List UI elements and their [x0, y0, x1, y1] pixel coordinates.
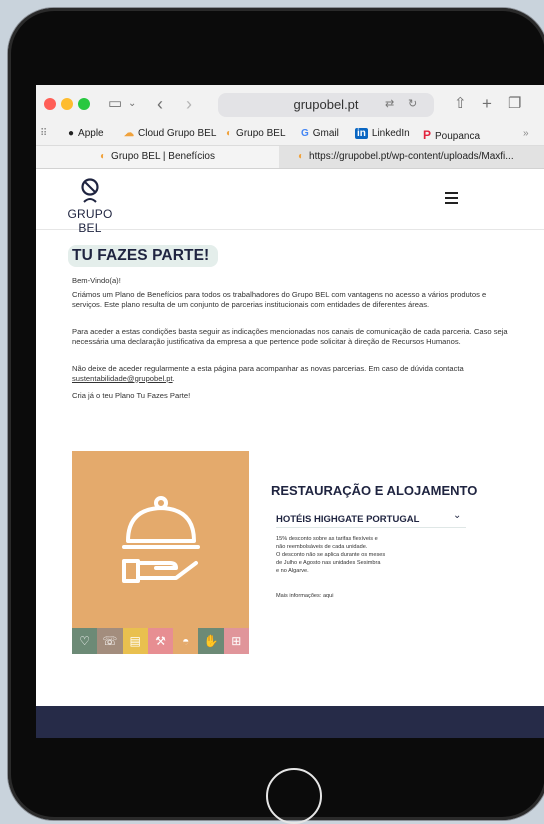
bel-icon: ◐	[100, 151, 107, 162]
chevron-down-icon[interactable]: ⌄	[453, 510, 461, 521]
browser-screen: ▭ ⌄ ‹ › grupobel.pt ⇄ ↻ ⇧ + ❐ ⠿ ● Apple ☁…	[36, 85, 544, 738]
page-title: TU FAZES PARTE!	[72, 247, 210, 264]
tools-icon[interactable]: ⚒	[147, 628, 174, 654]
favorite-linkedin[interactable]: in LinkedIn	[355, 128, 410, 139]
category-image	[72, 451, 249, 628]
cloud-icon: ☁	[124, 128, 134, 139]
favorite-gmail[interactable]: G Gmail	[301, 128, 339, 139]
favorite-apple[interactable]: ● Apple	[68, 128, 104, 139]
share-icon[interactable]: ⇧	[454, 94, 467, 114]
tab-grupo-bel-beneficios[interactable]: ◐ Grupo BEL | Benefícios	[36, 146, 279, 168]
site-header: GRUPO BEL	[36, 169, 544, 235]
document-icon[interactable]: ▤	[122, 628, 148, 654]
google-icon: G	[301, 128, 309, 139]
footer	[36, 706, 544, 738]
url-text: grupobel.pt	[293, 97, 359, 112]
grupo-bel-logo-icon[interactable]	[80, 178, 100, 209]
more-favorites-icon[interactable]: »	[523, 128, 529, 139]
bel-icon: ◐	[226, 128, 233, 139]
category-icon-row: ♡ ☏ ▤ ⚒ ◓ ✋ ⊞	[72, 628, 249, 654]
close-window-button[interactable]	[44, 98, 56, 110]
favorite-grupo-bel[interactable]: ◐ Grupo BEL	[226, 128, 286, 139]
translate-icon[interactable]: ⇄	[385, 97, 394, 110]
linkedin-icon: in	[355, 128, 368, 139]
tab-bar: ◐ Grupo BEL | Benefícios ◐ https://grupobe…	[36, 146, 544, 169]
grid-icon[interactable]: ⠿	[40, 128, 47, 139]
section-title: RESTAURAÇÃO E ALOJAMENTO	[271, 483, 478, 498]
cta-paragraph: Cria já o teu Plano Tu Fazes Parte!	[72, 391, 191, 400]
bel-icon: ◐	[298, 151, 305, 162]
divider	[276, 527, 466, 528]
phone-icon[interactable]: ☏	[97, 628, 123, 654]
favorite-poupanca[interactable]: P Poupanca	[423, 128, 480, 142]
address-bar[interactable]: grupobel.pt ⇄ ↻	[218, 93, 434, 117]
email-link[interactable]: sustentabilidade@grupobel.pt	[72, 374, 173, 383]
sidebar-icon[interactable]: ▭	[108, 94, 122, 114]
favorite-cloud-grupo-bel[interactable]: ☁ Cloud Grupo BEL	[124, 128, 216, 139]
gift-icon[interactable]: ⊞	[223, 628, 249, 654]
intro-paragraph: Criámos um Plano de Benefícios para todo…	[72, 290, 487, 309]
new-tab-icon[interactable]: +	[482, 94, 492, 114]
contact-paragraph: Não deixe de aceder regularmente a esta …	[72, 364, 464, 383]
forward-icon[interactable]: ›	[186, 94, 192, 114]
minimize-window-button[interactable]	[61, 98, 73, 110]
browser-toolbar: ▭ ⌄ ‹ › grupobel.pt ⇄ ↻ ⇧ + ❐	[36, 85, 544, 123]
cloche-icon[interactable]: ◓	[173, 628, 199, 654]
heart-pulse-icon[interactable]: ♡	[72, 628, 98, 654]
apple-icon: ●	[68, 128, 75, 139]
welcome-text: Bem-Vindo(a)!	[72, 276, 121, 285]
handshake-icon[interactable]: ✋	[198, 628, 224, 654]
poupanca-icon: P	[423, 128, 432, 142]
favorites-bar: ⠿ ● Apple ☁ Cloud Grupo BEL ◐ Grupo BEL G Gm…	[36, 123, 544, 146]
chevron-down-icon[interactable]: ⌄	[128, 94, 136, 114]
reload-icon[interactable]: ↻	[408, 97, 417, 110]
accordion-title[interactable]: HOTÉIS HIGHGATE PORTUGAL	[276, 514, 419, 525]
more-info-link[interactable]: Mais informações: aqui	[276, 593, 334, 599]
hamburger-menu-icon[interactable]	[445, 192, 458, 204]
cloche-icon	[122, 496, 200, 583]
tab-maxfi-pdf[interactable]: ◐ https://grupobel.pt/wp-content/uploads/…	[284, 146, 544, 168]
tab-overview-icon[interactable]: ❐	[508, 94, 521, 114]
logo-text[interactable]: GRUPO BEL	[60, 207, 120, 235]
access-paragraph: Para aceder a estas condições basta segu…	[72, 327, 508, 346]
accordion-body: 15% desconto sobre as tarifas flexíveis …	[276, 536, 386, 574]
home-button[interactable]	[266, 768, 322, 824]
back-icon[interactable]: ‹	[157, 94, 163, 114]
zoom-window-button[interactable]	[78, 98, 90, 110]
